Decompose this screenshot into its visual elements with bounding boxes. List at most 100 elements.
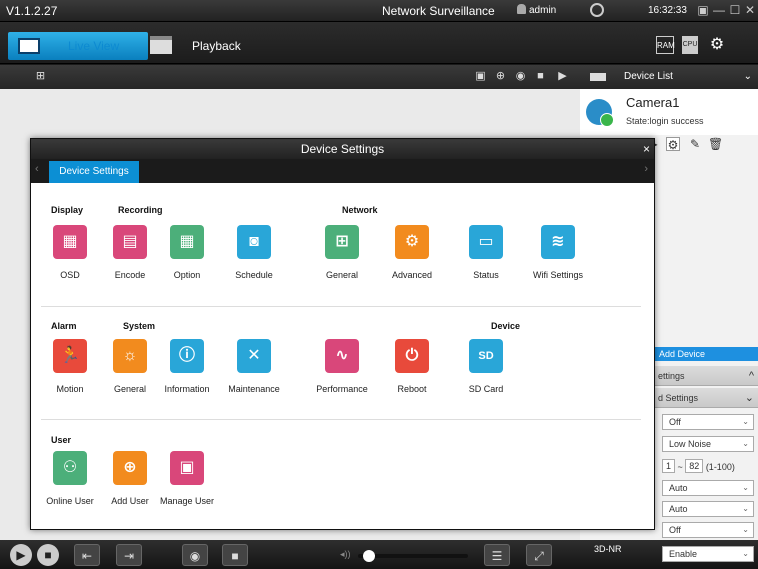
- camera-status-icon: [586, 99, 614, 127]
- performance-icon[interactable]: ∿: [325, 339, 359, 373]
- settings-item-label: Reboot: [397, 384, 427, 394]
- grid-icon[interactable]: ⊞: [34, 70, 47, 83]
- nr-select[interactable]: Enable ⌄: [662, 546, 754, 562]
- setting-select-2-value: Low Noise: [669, 439, 712, 449]
- app-version: V1.1.2.27: [6, 4, 58, 18]
- device-list-icon: [590, 73, 606, 81]
- bottom-control-bar: ▶ ■ ⇤ ⇥ ◉ ■ ◂)) ☰ ⤢ 3D-NR Enable ⌄: [0, 540, 758, 569]
- online-user-icon[interactable]: ⚇: [53, 451, 87, 485]
- setting-select-2[interactable]: Low Noise ⌄: [662, 436, 754, 452]
- add-user-icon[interactable]: ⊕: [113, 451, 147, 485]
- tab-scroll-right-icon[interactable]: ›: [644, 163, 648, 175]
- status-icon[interactable]: ▭: [469, 225, 503, 259]
- osd-icon[interactable]: ▦: [53, 225, 87, 259]
- range-hint: (1-100): [705, 462, 735, 472]
- capture-icon[interactable]: ◉: [514, 70, 527, 83]
- volume-slider[interactable]: [358, 550, 468, 562]
- image-settings-section-header[interactable]: d Settings ⌄: [652, 388, 758, 408]
- maintenance-icon[interactable]: ✕: [237, 339, 271, 373]
- sd-card-icon[interactable]: SD: [469, 339, 503, 373]
- system-general-icon[interactable]: ☼: [113, 339, 147, 373]
- encode-icon[interactable]: ▤: [113, 225, 147, 259]
- range-min-input[interactable]: 1: [662, 459, 676, 473]
- chevron-down-icon: ⌄: [743, 71, 752, 82]
- clock-time: 16:32:33: [648, 5, 687, 16]
- setting-select-5[interactable]: Off ⌄: [662, 522, 754, 538]
- current-user-name: admin: [529, 5, 557, 16]
- dialog-tab-bar: ‹ Device Settings ›: [31, 159, 654, 183]
- reboot-icon[interactable]: ⏻: [395, 339, 429, 373]
- next-window-button[interactable]: ⇥: [116, 544, 142, 566]
- settings-item-label: Performance: [316, 384, 368, 394]
- add-device-button[interactable]: Add Device: [652, 347, 758, 361]
- play-button[interactable]: ▶: [10, 544, 32, 566]
- zoom-icon[interactable]: ⊕: [494, 70, 507, 83]
- ram-indicator[interactable]: RAM: [656, 36, 675, 54]
- previous-window-button[interactable]: ⇤: [74, 544, 100, 566]
- setting-select-3[interactable]: Auto ⌄: [662, 480, 754, 496]
- chevron-down-icon: ⌄: [742, 525, 749, 534]
- camera-state: State:login success: [626, 116, 704, 126]
- information-icon[interactable]: ⓘ: [170, 339, 204, 373]
- device-list-title: Device List: [624, 71, 673, 82]
- settings-item-label: Wifi Settings: [532, 270, 583, 280]
- close-window-button[interactable]: ✕: [743, 3, 757, 17]
- settings-item-label: Manage User: [159, 496, 215, 506]
- gear-icon[interactable]: ⚙: [708, 36, 726, 54]
- user-icon: [517, 4, 526, 14]
- schedule-icon[interactable]: ◙: [237, 225, 271, 259]
- dialog-close-button[interactable]: ×: [643, 139, 650, 159]
- current-user[interactable]: admin: [517, 4, 556, 16]
- globe-icon[interactable]: [590, 3, 604, 17]
- network-general-icon[interactable]: ⊞: [325, 225, 359, 259]
- tab-device-settings[interactable]: Device Settings: [49, 161, 139, 183]
- snapshot-button[interactable]: ◉: [182, 544, 208, 566]
- maximize-button[interactable]: ☐: [728, 3, 742, 17]
- fullscreen-layout-button[interactable]: ⤢: [526, 544, 552, 566]
- edit-icon[interactable]: ✎: [688, 137, 702, 151]
- range-max-input[interactable]: 82: [685, 459, 704, 473]
- chevron-down-icon: ⌄: [744, 392, 754, 404]
- minimize-button[interactable]: —: [712, 3, 726, 17]
- tab-live-view[interactable]: Live View: [8, 32, 148, 60]
- record-icon[interactable]: ■: [534, 70, 547, 83]
- play-icon[interactable]: ▶: [556, 70, 569, 83]
- setting-select-1[interactable]: Off ⌄: [662, 414, 754, 430]
- category-alarm: Alarm: [51, 321, 77, 331]
- chevron-down-icon: ⌄: [742, 504, 749, 513]
- tab-scroll-left-icon[interactable]: ‹: [35, 163, 39, 175]
- device-list-header[interactable]: Device List ⌄: [580, 65, 758, 89]
- stop-button[interactable]: ■: [37, 544, 59, 566]
- range-setting: 1 ~ 82 (1-100): [662, 459, 758, 475]
- volume-icon[interactable]: ◂)): [340, 549, 351, 560]
- playback-icon: [150, 36, 172, 54]
- manage-user-icon[interactable]: ▣: [170, 451, 204, 485]
- wifi-icon[interactable]: ≋: [541, 225, 575, 259]
- delete-icon[interactable]: 🗑: [708, 137, 723, 151]
- image-settings-section-label: d Settings: [658, 393, 699, 403]
- camera-list-item[interactable]: Camera1 State:login success: [580, 89, 758, 135]
- title-bar: V1.1.2.27 Network Surveillance admin 16:…: [0, 0, 758, 22]
- settings-section-header[interactable]: ettings ^: [652, 366, 758, 386]
- snapshot-window-icon[interactable]: ▣: [474, 70, 487, 83]
- advanced-icon[interactable]: ⚙: [395, 225, 429, 259]
- chevron-down-icon: ⌄: [742, 439, 749, 448]
- category-network: Network: [342, 205, 378, 215]
- layout-list-button[interactable]: ☰: [484, 544, 510, 566]
- volume-slider-knob[interactable]: [362, 550, 375, 562]
- tab-playback-label: Playback: [192, 39, 241, 53]
- cpu-indicator[interactable]: CPU: [682, 36, 698, 54]
- setting-select-1-value: Off: [669, 417, 681, 427]
- motion-icon[interactable]: 🏃: [53, 339, 87, 373]
- device-settings-icon[interactable]: ⚙: [666, 137, 680, 152]
- chevron-down-icon: ⌄: [742, 417, 749, 426]
- fullscreen-button[interactable]: ▣: [696, 3, 710, 17]
- tab-playback[interactable]: Playback: [150, 32, 260, 60]
- settings-item-label: Advanced: [391, 270, 433, 280]
- live-view-icon: [18, 38, 40, 54]
- option-icon[interactable]: ▦: [170, 225, 204, 259]
- settings-item-label: Information: [164, 384, 210, 394]
- section-divider: [41, 306, 641, 307]
- setting-select-4[interactable]: Auto ⌄: [662, 501, 754, 517]
- record-button[interactable]: ■: [222, 544, 248, 566]
